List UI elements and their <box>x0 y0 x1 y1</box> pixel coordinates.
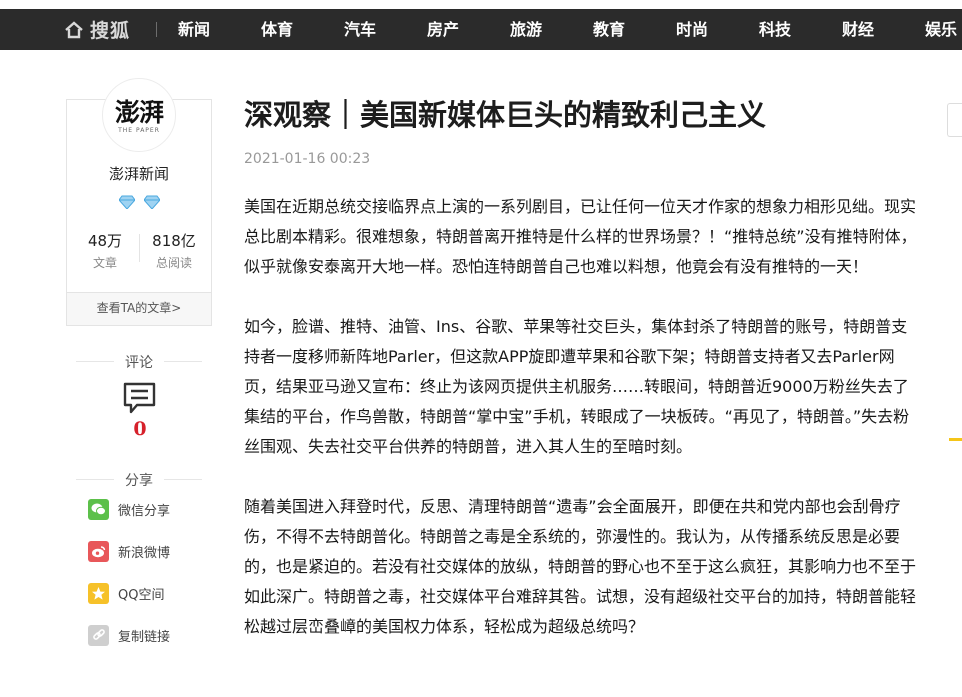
comment-count[interactable]: 0 <box>126 418 154 440</box>
nav-item-auto[interactable]: 汽车 <box>344 9 376 50</box>
share-qzone-label: QQ空间 <box>118 587 165 603</box>
right-sidebar-accent-line <box>949 438 962 441</box>
stat-divider <box>139 234 140 262</box>
articles-stat: 48万 文章 <box>75 230 135 271</box>
share-copy-link-label: 复制链接 <box>118 629 171 645</box>
weibo-icon <box>88 540 109 562</box>
share-weibo-label: 新浪微博 <box>118 545 171 561</box>
nav-item-travel[interactable]: 旅游 <box>510 9 542 50</box>
nav-item-news[interactable]: 新闻 <box>178 9 210 50</box>
reads-stat: 818亿 总阅读 <box>144 230 204 271</box>
article-paragraph: 随着美国进入拜登时代，反思、清理特朗普“遗毒”会全面展开，即便在共和党内部也会刮… <box>244 497 917 636</box>
share-heading: 分享 <box>66 470 212 490</box>
link-icon <box>88 624 109 646</box>
reads-label: 总阅读 <box>155 256 192 270</box>
diamond-icon <box>118 194 136 213</box>
author-card: 澎湃 THE PAPER 澎湃新闻 48万 文章 818亿 总阅读 查看TA的文… <box>66 78 212 326</box>
wechat-icon <box>88 498 109 520</box>
nav-divider <box>156 22 157 37</box>
nav-item-sports[interactable]: 体育 <box>261 9 293 50</box>
logo-text: 搜狐 <box>90 20 131 42</box>
qzone-icon <box>88 582 109 604</box>
avatar-logo-subtext: THE PAPER <box>118 127 160 134</box>
share-copy-link[interactable]: 复制链接 <box>88 624 170 646</box>
right-sidebar-widget[interactable] <box>947 103 962 137</box>
article-title: 深观察｜美国新媒体巨头的精致利己主义 <box>244 98 767 132</box>
nav-item-finance[interactable]: 财经 <box>842 9 874 50</box>
article-paragraph: 如今，脸谱、推特、油管、Ins、谷歌、苹果等社交巨头，集体封杀了特朗普的账号，特… <box>244 317 910 456</box>
view-author-articles-link[interactable]: 查看TA的文章> <box>67 292 211 325</box>
avatar-logo-text: 澎湃 <box>114 98 164 127</box>
author-badges <box>118 194 161 213</box>
comments-heading: 评论 <box>66 352 212 372</box>
nav-item-tech[interactable]: 科技 <box>759 9 791 50</box>
share-wechat[interactable]: 微信分享 <box>88 498 170 520</box>
nav-item-entertainment[interactable]: 娱乐 <box>925 9 957 50</box>
article-body: 美国在近期总统交接临界点上演的一系列剧目，已让任何一位天才作家的想象力相形见绌。… <box>244 192 920 672</box>
comment-icon[interactable] <box>123 382 156 418</box>
articles-count: 48万 <box>87 232 123 250</box>
nav-item-realestate[interactable]: 房产 <box>427 9 459 50</box>
article-paragraph: 美国在近期总统交接临界点上演的一系列剧目，已让任何一位天才作家的想象力相形见绌。… <box>244 197 917 276</box>
author-name[interactable]: 澎湃新闻 <box>67 163 211 184</box>
share-wechat-label: 微信分享 <box>118 503 171 519</box>
nav-item-fashion[interactable]: 时尚 <box>676 9 708 50</box>
diamond-icon <box>143 194 161 213</box>
article-timestamp: 2021-01-16 00:23 <box>244 151 371 167</box>
share-weibo[interactable]: 新浪微博 <box>88 540 170 562</box>
author-avatar[interactable]: 澎湃 THE PAPER <box>102 78 176 152</box>
home-icon <box>64 20 84 40</box>
nav-item-education[interactable]: 教育 <box>593 9 625 50</box>
sohu-logo[interactable]: 搜狐 <box>64 9 130 50</box>
reads-count: 818亿 <box>152 232 196 250</box>
articles-label: 文章 <box>92 256 117 270</box>
share-qzone[interactable]: QQ空间 <box>88 582 164 604</box>
top-nav-bar: 搜狐 新闻 体育 汽车 房产 旅游 教育 时尚 科技 财经 娱乐 <box>0 9 962 50</box>
